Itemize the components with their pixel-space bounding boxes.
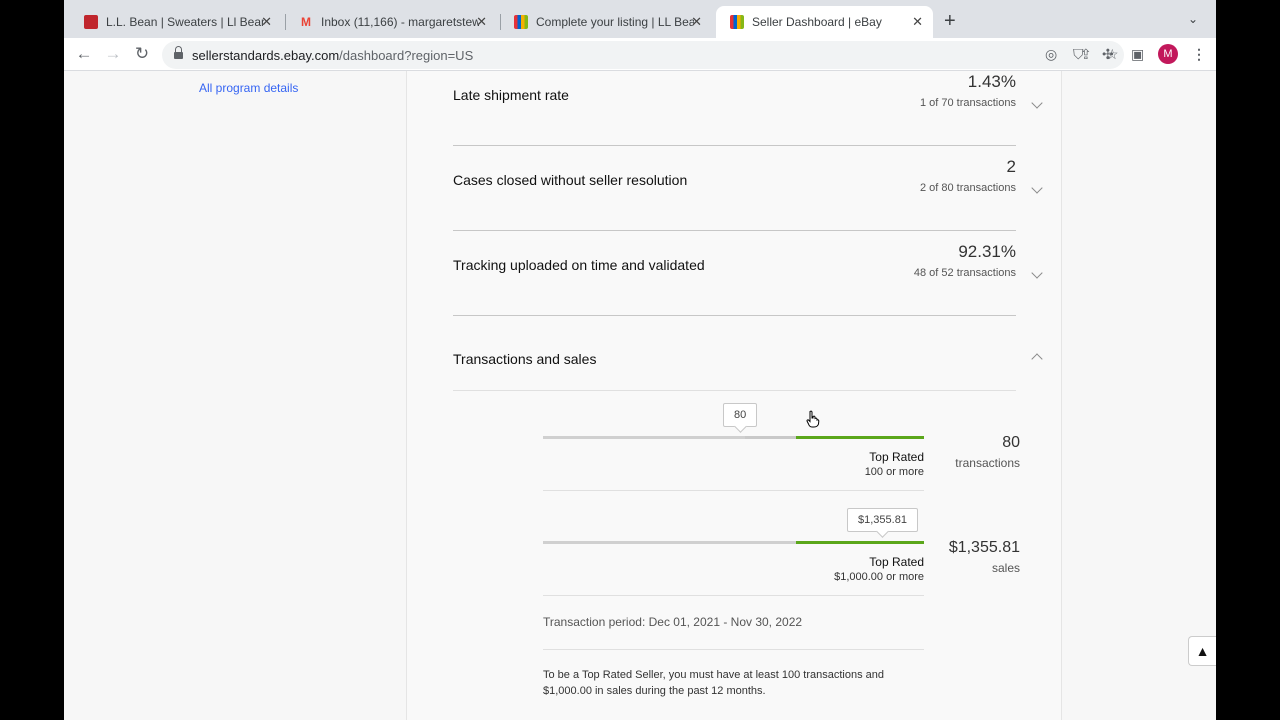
url-domain: sellerstandards.ebay.com	[192, 48, 340, 63]
collapse-chevron-up-icon[interactable]	[1030, 350, 1044, 364]
tab-title: Seller Dashboard | eBay	[752, 15, 882, 29]
ebay-bag-favicon-icon	[730, 15, 744, 29]
forward-arrow-icon[interactable]: →	[102, 43, 124, 65]
metric-value: 2	[1006, 157, 1016, 176]
transactions-unit: transactions	[955, 456, 1020, 470]
llbean-favicon-icon	[84, 15, 98, 29]
new-tab-button[interactable]: +	[944, 11, 956, 31]
metric-value: 1.43%	[967, 72, 1016, 91]
transaction-period: Transaction period: Dec 01, 2021 - Nov 3…	[543, 615, 803, 629]
tab-title: Inbox (11,166) - margaretstewa	[321, 15, 479, 29]
progress-fill	[543, 436, 746, 439]
top-rated-requirement-text: To be a Top Rated Seller, you must have …	[543, 669, 885, 697]
metric-subtext: 1 of 70 transactions	[919, 97, 1016, 109]
metric-label: Cases closed without seller resolution	[453, 172, 688, 188]
side-panel-icon[interactable]: ▣	[1131, 46, 1144, 63]
expand-chevron-down-icon[interactable]	[1030, 268, 1044, 282]
standards-panel: Late shipment rate 1.43% 1 of 70 transac…	[406, 71, 1062, 720]
transactions-value: 80	[1002, 434, 1020, 451]
sales-progress: $1,355.81 Top Rated $1,000.00 or more	[543, 491, 924, 596]
back-arrow-icon[interactable]: ←	[73, 43, 95, 65]
target-title: Top Rated	[869, 450, 924, 464]
progress-fill	[543, 541, 796, 544]
reload-icon[interactable]: ↻	[131, 43, 153, 65]
gmail-favicon-icon: M	[301, 15, 311, 29]
hand-pointer-cursor-icon	[806, 410, 820, 428]
target-title: Top Rated	[869, 555, 924, 569]
transactions-progress: 80 Top Rated 100 or more	[543, 386, 924, 491]
sales-unit: sales	[991, 561, 1020, 575]
metric-label: Tracking uploaded on time and validated	[453, 257, 705, 273]
ebay-bag-favicon-icon	[514, 15, 528, 29]
browser-window: L.L. Bean | Sweaters | Ll Bean ✕ M Inbox…	[64, 0, 1216, 720]
close-tab-icon[interactable]: ✕	[912, 14, 923, 30]
close-tab-icon[interactable]: ✕	[476, 14, 487, 30]
tab-gmail-inbox[interactable]: M Inbox (11,166) - margaretstewa ✕	[285, 6, 497, 38]
metric-late-shipment[interactable]: Late shipment rate 1.43% 1 of 70 transac…	[453, 61, 1016, 146]
progress-bubble: $1,355.81	[847, 508, 918, 532]
tab-seller-dashboard[interactable]: Seller Dashboard | eBay ✕	[716, 6, 933, 38]
extensions-puzzle-icon[interactable]: ✣	[1102, 46, 1114, 63]
tab-search-chevron-icon[interactable]: ⌄	[1188, 12, 1198, 26]
progress-bubble: 80	[723, 403, 758, 427]
target-range-bar	[796, 436, 924, 439]
tab-strip: L.L. Bean | Sweaters | Ll Bean ✕ M Inbox…	[64, 0, 1216, 38]
tab-title: Complete your listing | LL Bean	[536, 15, 694, 29]
extension-shirt-icon[interactable]: ⛉	[1073, 46, 1084, 63]
metric-cases-closed[interactable]: Cases closed without seller resolution 2…	[453, 146, 1016, 231]
expand-chevron-down-icon[interactable]	[1030, 183, 1044, 197]
metric-tracking-uploaded[interactable]: Tracking uploaded on time and validated …	[453, 231, 1016, 316]
progress-track	[543, 436, 796, 439]
close-tab-icon[interactable]: ✕	[261, 14, 272, 30]
url-text[interactable]: sellerstandards.ebay.com/dashboard?regio…	[192, 48, 473, 63]
browser-menu-icon[interactable]: ⋮	[1192, 46, 1206, 63]
tab-title: L.L. Bean | Sweaters | Ll Bean	[106, 15, 264, 29]
profile-avatar[interactable]: M	[1158, 44, 1178, 64]
metric-label: Late shipment rate	[453, 87, 569, 103]
section-label: Transactions and sales	[453, 351, 597, 367]
tab-complete-listing[interactable]: Complete your listing | LL Bean ✕	[500, 6, 712, 38]
metric-subtext: 48 of 52 transactions	[913, 267, 1016, 279]
lock-icon	[174, 46, 183, 60]
scroll-to-top-button[interactable]: ▲	[1188, 636, 1216, 666]
sales-value: $1,355.81	[948, 539, 1020, 556]
metric-value: 92.31%	[958, 242, 1016, 261]
close-tab-icon[interactable]: ✕	[691, 14, 702, 30]
target-requirement: $1,000.00 or more	[834, 571, 924, 583]
target-requirement: 100 or more	[864, 466, 924, 478]
metric-subtext: 2 of 80 transactions	[919, 182, 1016, 194]
seller-dashboard-page: All program details Late shipment rate 1…	[64, 71, 1216, 720]
tab-llbean-sweaters[interactable]: L.L. Bean | Sweaters | Ll Bean ✕	[70, 6, 282, 38]
target-range-bar	[796, 541, 924, 544]
divider	[543, 649, 924, 650]
extension-circle-icon[interactable]: ◎	[1045, 46, 1057, 63]
progress-track	[543, 541, 796, 544]
transactions-and-sales-header[interactable]: Transactions and sales	[453, 316, 1016, 391]
expand-chevron-down-icon[interactable]	[1030, 98, 1044, 112]
all-program-details-link[interactable]: All program details	[199, 81, 298, 95]
